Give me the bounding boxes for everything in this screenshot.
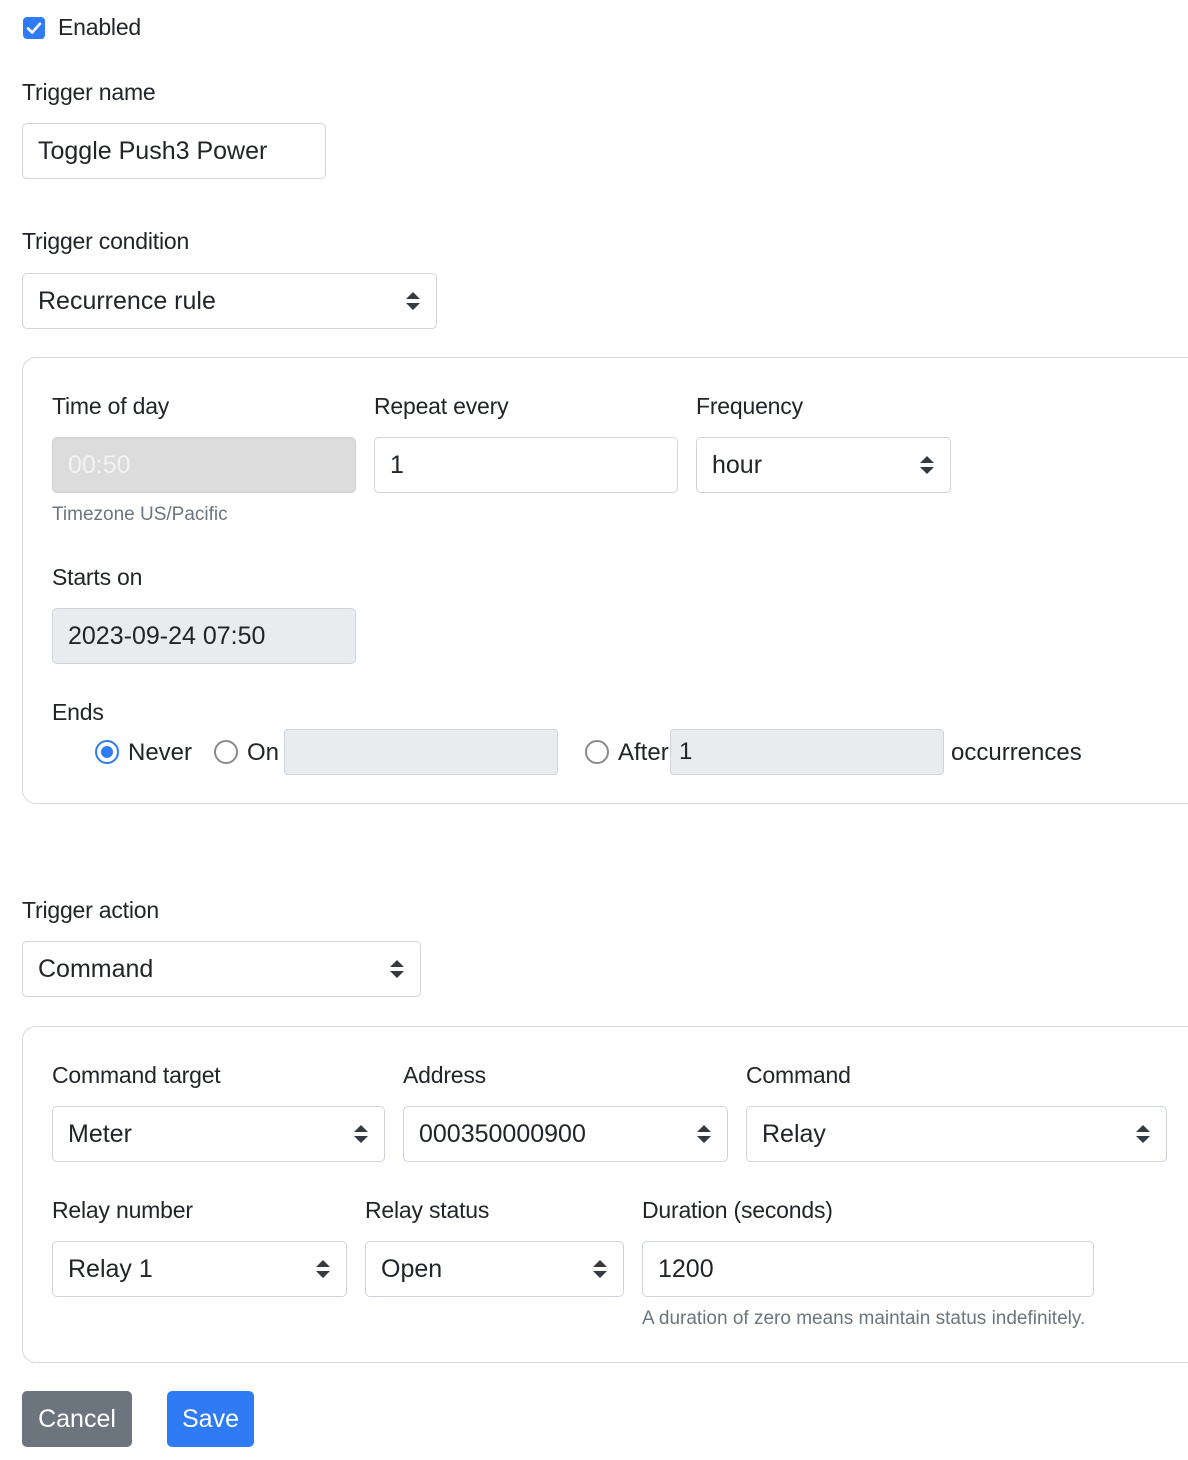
sort-caret-icon (316, 1260, 330, 1278)
ends-after-count-value: 1 (679, 738, 693, 765)
timezone-help: Timezone US/Pacific (52, 504, 228, 525)
frequency-select[interactable]: hour (696, 437, 951, 493)
command-target-label: Command target (52, 1062, 221, 1088)
starts-on-value: 2023-09-24 07:50 (68, 621, 266, 650)
sort-caret-icon (354, 1125, 368, 1143)
trigger-action-value: Command (38, 954, 154, 983)
duration-value: 1200 (658, 1254, 714, 1283)
ends-after-radio[interactable] (585, 740, 609, 764)
check-icon (26, 22, 42, 34)
ends-label: Ends (52, 699, 104, 725)
starts-on-label: Starts on (52, 564, 143, 590)
relay-number-value: Relay 1 (68, 1254, 153, 1283)
command-target-value: Meter (68, 1119, 132, 1148)
frequency-value: hour (712, 450, 763, 479)
sort-caret-icon (390, 960, 404, 978)
recurrence-panel (22, 357, 1188, 804)
sort-caret-icon (593, 1260, 607, 1278)
ends-on-label: On (247, 739, 280, 766)
trigger-name-value: Toggle Push3 Power (38, 136, 268, 165)
starts-on-input: 2023-09-24 07:50 (52, 608, 356, 664)
frequency-label: Frequency (696, 393, 803, 419)
duration-help: A duration of zero means maintain status… (642, 1308, 1086, 1329)
trigger-name-input[interactable]: Toggle Push3 Power (22, 123, 326, 179)
duration-input[interactable]: 1200 (642, 1241, 1094, 1297)
ends-on-date-input (284, 729, 558, 775)
ends-on-radio[interactable] (214, 740, 238, 764)
time-of-day-value: 00:50 (68, 450, 131, 479)
time-of-day-label: Time of day (52, 393, 170, 419)
trigger-condition-select[interactable]: Recurrence rule (22, 273, 437, 329)
save-button[interactable]: Save (167, 1391, 254, 1447)
time-of-day-input: 00:50 (52, 437, 356, 493)
trigger-action-select[interactable]: Command (22, 941, 421, 997)
command-label: Command (746, 1062, 851, 1088)
sort-caret-icon (1136, 1125, 1150, 1143)
address-select[interactable]: 000350000900 (403, 1106, 728, 1162)
relay-number-label: Relay number (52, 1197, 193, 1223)
trigger-condition-label: Trigger condition (22, 228, 190, 254)
address-value: 000350000900 (419, 1119, 586, 1148)
trigger-condition-value: Recurrence rule (38, 286, 216, 315)
command-target-select[interactable]: Meter (52, 1106, 385, 1162)
command-select[interactable]: Relay (746, 1106, 1167, 1162)
relay-number-select[interactable]: Relay 1 (52, 1241, 347, 1297)
occurrences-label: occurrences (951, 739, 1082, 766)
address-label: Address (403, 1062, 486, 1088)
command-value: Relay (762, 1119, 826, 1148)
trigger-action-label: Trigger action (22, 897, 159, 923)
repeat-every-input[interactable]: 1 (374, 437, 678, 493)
sort-caret-icon (406, 292, 420, 310)
sort-caret-icon (920, 456, 934, 474)
duration-label: Duration (seconds) (642, 1197, 833, 1223)
ends-after-count-input: 1 (670, 729, 944, 775)
cancel-button[interactable]: Cancel (22, 1391, 132, 1447)
ends-never-radio[interactable] (95, 740, 119, 764)
repeat-every-value: 1 (390, 450, 404, 479)
enabled-label: Enabled (58, 14, 142, 40)
sort-caret-icon (697, 1125, 711, 1143)
ends-after-label: After (618, 739, 669, 766)
relay-status-select[interactable]: Open (365, 1241, 624, 1297)
trigger-name-label: Trigger name (22, 79, 156, 105)
relay-status-value: Open (381, 1254, 443, 1283)
repeat-every-label: Repeat every (374, 393, 509, 419)
ends-never-label: Never (128, 739, 193, 766)
relay-status-label: Relay status (365, 1197, 490, 1223)
enabled-checkbox[interactable] (23, 17, 45, 39)
